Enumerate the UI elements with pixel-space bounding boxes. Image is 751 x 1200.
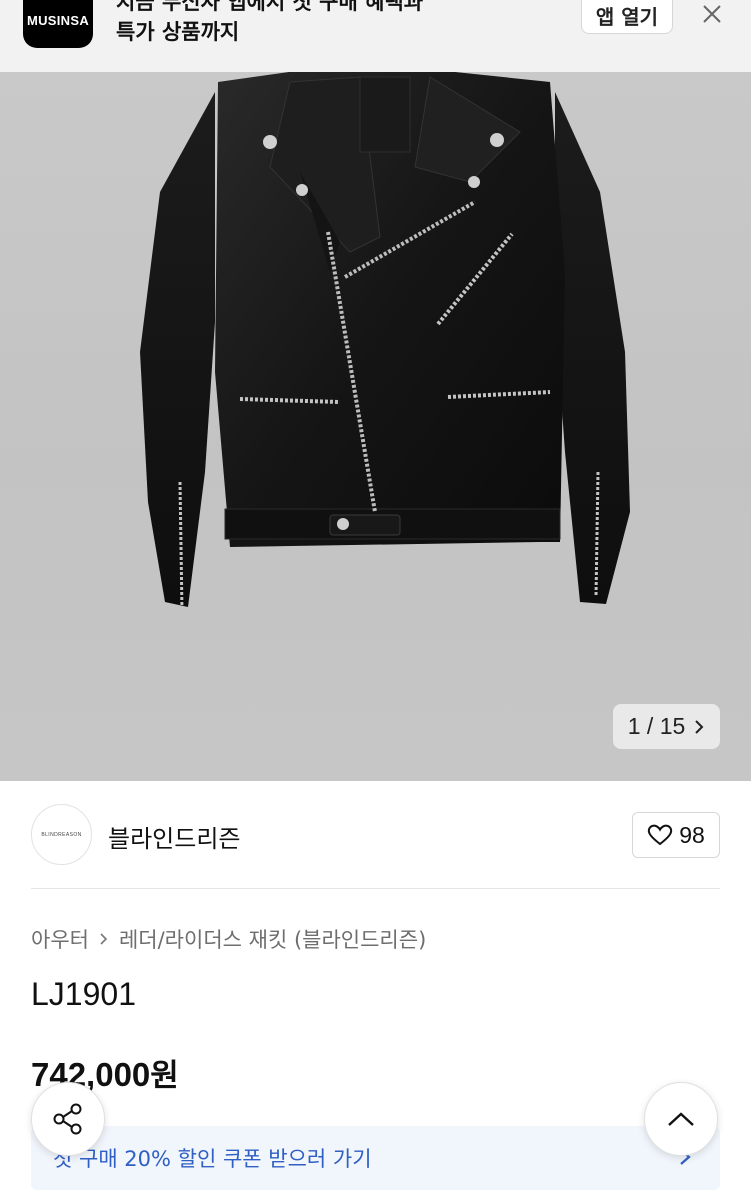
- like-button[interactable]: 98: [632, 812, 720, 858]
- scroll-to-top-button[interactable]: [644, 1082, 718, 1156]
- chevron-right-icon: [695, 719, 704, 734]
- banner-text-line2: 특가 상품까지: [116, 20, 240, 44]
- share-button[interactable]: [31, 1082, 105, 1156]
- brand-logo[interactable]: BLINDREASON: [31, 804, 92, 865]
- current-image-index: 1: [627, 713, 641, 739]
- image-counter[interactable]: 1 / 15: [613, 704, 720, 749]
- leather-jacket-photo: [140, 72, 630, 613]
- app-download-banner[interactable]: MUSINSA 지금 무신사 앱에서 첫 구매 혜택과 특가 상품까지 앱 열기: [0, 0, 751, 72]
- coupon-text: 첫 구매 20% 할인 쿠폰 받으러 가기: [53, 1147, 372, 1171]
- image-counter-text: 1 / 15: [628, 713, 686, 740]
- chevron-right-icon: [100, 933, 108, 945]
- close-icon: [703, 5, 721, 23]
- brand-row: BLINDREASON 블라인드리즌 98: [0, 781, 751, 889]
- share-icon: [53, 1103, 82, 1135]
- first-purchase-coupon-banner[interactable]: 첫 구매 20% 할인 쿠폰 받으러 가기: [31, 1126, 720, 1190]
- product-title: LJ1901: [31, 976, 136, 1012]
- like-count: 98: [679, 821, 705, 848]
- product-image-gallery[interactable]: 1 / 15: [0, 72, 751, 781]
- breadcrumb: 아우터 레더/라이더스 재킷 (블라인드리즌): [31, 924, 426, 954]
- brand-name-link[interactable]: 블라인드리즌: [108, 819, 240, 854]
- price-currency: 원: [150, 1058, 179, 1094]
- total-image-count: 15: [659, 713, 686, 739]
- open-app-button[interactable]: 앱 열기: [581, 0, 673, 34]
- breadcrumb-category[interactable]: 아우터: [31, 924, 89, 954]
- banner-text-line1: 지금 무신사 앱에서 첫 구매 혜택과: [116, 0, 424, 14]
- heart-outline-icon: [648, 824, 673, 846]
- musinsa-logo-text: MUSINSA: [26, 13, 90, 28]
- breadcrumb-subcategory[interactable]: 레더/라이더스 재킷 (블라인드리즌): [119, 924, 426, 954]
- chevron-up-icon: [668, 1112, 694, 1126]
- close-banner-button[interactable]: [698, 0, 726, 28]
- musinsa-logo: MUSINSA: [23, 0, 93, 48]
- brand-logo-text: BLINDREASON: [41, 831, 82, 838]
- counter-separator: /: [646, 713, 654, 739]
- section-divider: [31, 888, 720, 889]
